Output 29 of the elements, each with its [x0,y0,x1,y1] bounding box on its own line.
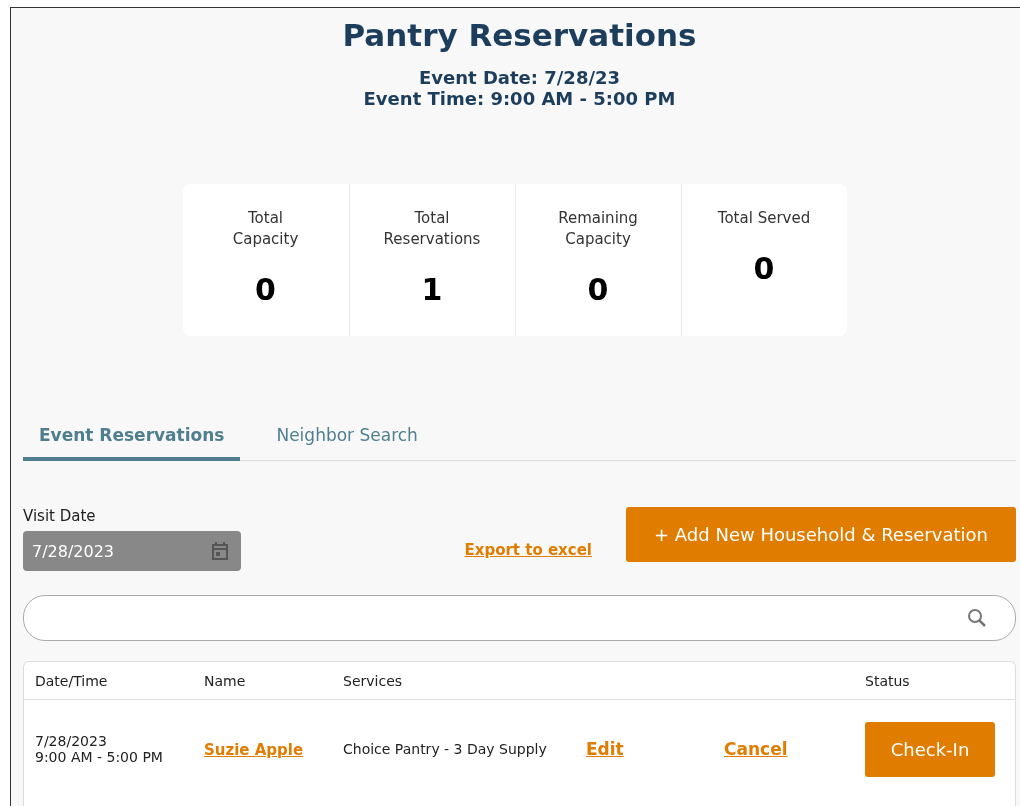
column-header: Services [343,672,404,689]
stat-label: Total Reservations [382,208,482,250]
stat-value: 0 [255,272,276,307]
event-date: Event Date: 7/28/23 [417,67,622,88]
stat-value: 0 [753,251,775,286]
column-header: Name [204,672,247,689]
name-link[interactable]: Suzie Apple [204,740,304,759]
column-header: Date/Time [35,672,109,689]
stat-label: Remaining Capacity [557,208,639,250]
date-time-cell-text: 7/28/2023 9:00 AM - 5:00 PM [35,733,164,765]
calendar-icon [211,541,229,561]
search-field[interactable] [23,595,1016,641]
add-household-button[interactable]: + Add New Household & Reservation [626,507,1016,562]
tab[interactable]: Event Reservations [23,416,241,461]
page-title: Pantry Reservations [341,17,698,53]
event-time: Event Time: 9:00 AM - 5:00 PM [362,88,677,109]
check-in-button[interactable]: Check-In [865,721,995,777]
column-header: Status [865,672,911,689]
tab[interactable]: Neighbor Search [260,416,434,461]
export-link[interactable]: Export to excel [464,541,592,559]
stat-value: 0 [587,272,609,307]
stat-label: Total Served [716,208,812,229]
edit-link[interactable]: Edit [586,739,624,759]
field-label: Visit Date [23,507,97,525]
services-cell-text: Choice Pantry - 3 Day Supply [343,741,548,757]
stat-value: 1 [421,272,443,307]
stat-label: Total Capacity [231,208,300,250]
search-icon [967,608,987,628]
cancel-link[interactable]: Cancel [724,739,788,759]
